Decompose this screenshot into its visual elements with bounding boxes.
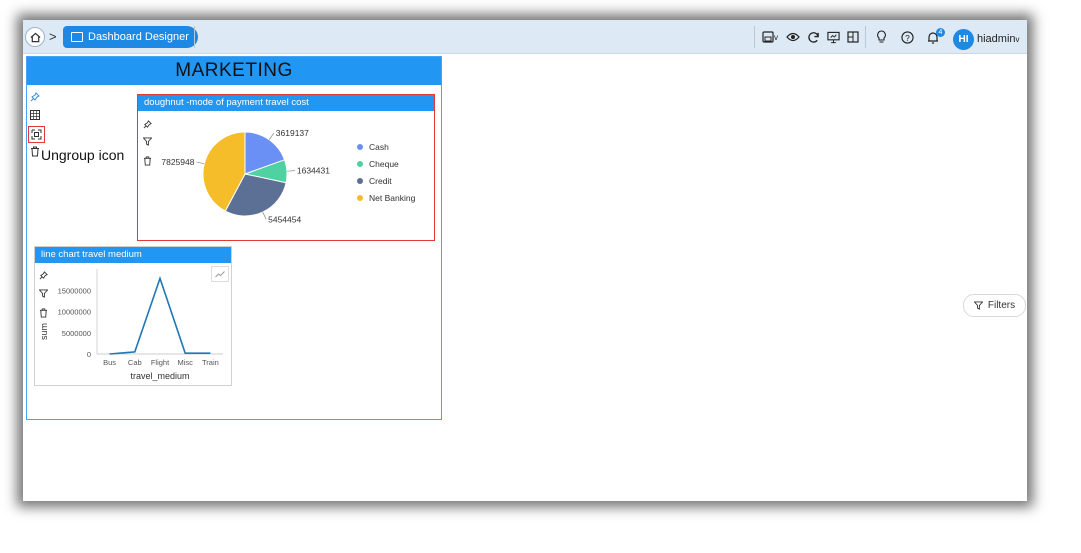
group-title: MARKETING: [27, 57, 441, 85]
ungroup-icon: [31, 129, 42, 140]
legend-marker: [357, 195, 363, 201]
widget-title: line chart travel medium: [35, 247, 231, 263]
filter-icon: [973, 301, 983, 310]
data-label-leader: [268, 132, 275, 140]
x-tick-label: Train: [202, 358, 219, 367]
y-axis-label: sum: [39, 323, 49, 340]
data-label-leader: [286, 170, 295, 172]
x-tick-label: Misc: [177, 358, 193, 367]
trash-icon[interactable]: [29, 145, 41, 157]
y-tick-label: 5000000: [62, 329, 91, 338]
filters-label: Filters: [987, 300, 1016, 311]
grid-icon[interactable]: [29, 109, 41, 121]
y-tick-label: 15000000: [58, 286, 91, 295]
presentation-icon: [826, 31, 840, 43]
filters-button[interactable]: Filters: [963, 294, 1026, 317]
ungroup-callout: Ungroup icon: [41, 147, 125, 163]
ungroup-button[interactable]: [28, 126, 45, 143]
presentation-button[interactable]: [826, 30, 840, 44]
data-label: 5454454: [268, 214, 301, 224]
doughnut-widget[interactable]: doughnut -mode of payment travel cost 36…: [137, 94, 435, 241]
data-label: 7825948: [161, 157, 194, 167]
chevron-right-icon[interactable]: >: [49, 29, 57, 44]
chevron-down-icon: v: [1015, 35, 1020, 44]
lightbulb-icon: [876, 30, 886, 43]
svg-text:?: ?: [905, 32, 910, 42]
x-axis-label: travel_medium: [130, 371, 189, 381]
divider: [194, 26, 195, 48]
widget-title: doughnut -mode of payment travel cost: [138, 95, 434, 111]
breadcrumb-label: Dashboard Designer: [88, 31, 189, 43]
x-tick-label: Bus: [103, 358, 116, 367]
series-line: [109, 275, 211, 355]
save-icon: [762, 31, 774, 43]
x-tick-label: Cab: [128, 358, 142, 367]
eye-icon: [786, 32, 800, 42]
divider: [754, 26, 755, 48]
divider: [865, 26, 866, 48]
line-widget[interactable]: line chart travel medium 15000000 1000000…: [34, 246, 232, 386]
save-dropdown-button[interactable]: v: [760, 30, 780, 44]
refresh-button[interactable]: [806, 30, 820, 44]
legend-label: Credit: [369, 176, 392, 186]
username: hiadmin: [977, 33, 1016, 45]
avatar[interactable]: HI: [953, 29, 974, 50]
refresh-icon: [807, 31, 819, 43]
help-icon: ?: [900, 30, 914, 44]
pie-chart: 3619137 1634431 5454454 7825948 Cash Cheque Cr…: [161, 128, 416, 224]
x-tick-label: Flight: [151, 358, 170, 367]
y-tick-label: 10000000: [58, 308, 91, 317]
layout-button[interactable]: [846, 30, 860, 44]
group-marketing[interactable]: MARKETING Ungroup icon doughnut -mode of…: [26, 56, 442, 420]
top-toolbar: > Dashboard Designer v ? 4 HI hiadminv: [23, 20, 1027, 54]
user-menu[interactable]: hiadminv: [977, 33, 1020, 45]
help-button[interactable]: ?: [900, 30, 914, 44]
legend-label: Cash: [369, 142, 389, 152]
legend-marker: [357, 144, 363, 150]
legend-label: Cheque: [369, 159, 399, 169]
y-tick-label: 0: [87, 350, 91, 359]
layout-icon: [847, 31, 859, 43]
legend-label: Net Banking: [369, 193, 416, 203]
legend-marker: [357, 161, 363, 167]
data-label: 3619137: [276, 128, 309, 138]
data-label-leader: [262, 211, 267, 220]
home-icon: [30, 32, 40, 42]
data-label: 1634431: [297, 166, 330, 176]
image-icon: [71, 32, 83, 42]
home-button[interactable]: [25, 27, 45, 47]
tips-button[interactable]: [874, 30, 888, 44]
pin-icon[interactable]: [29, 91, 41, 103]
app-window: > Dashboard Designer v ? 4 HI hiadminv M…: [23, 20, 1027, 501]
breadcrumb-dashboard-designer[interactable]: Dashboard Designer: [63, 26, 198, 48]
line-chart: 15000000 10000000 5000000 0 Bus Cab Flight Misc…: [39, 269, 223, 381]
legend-marker: [357, 178, 363, 184]
data-label-leader: [196, 161, 205, 165]
preview-button[interactable]: [786, 30, 800, 44]
notification-badge: 4: [936, 28, 945, 37]
